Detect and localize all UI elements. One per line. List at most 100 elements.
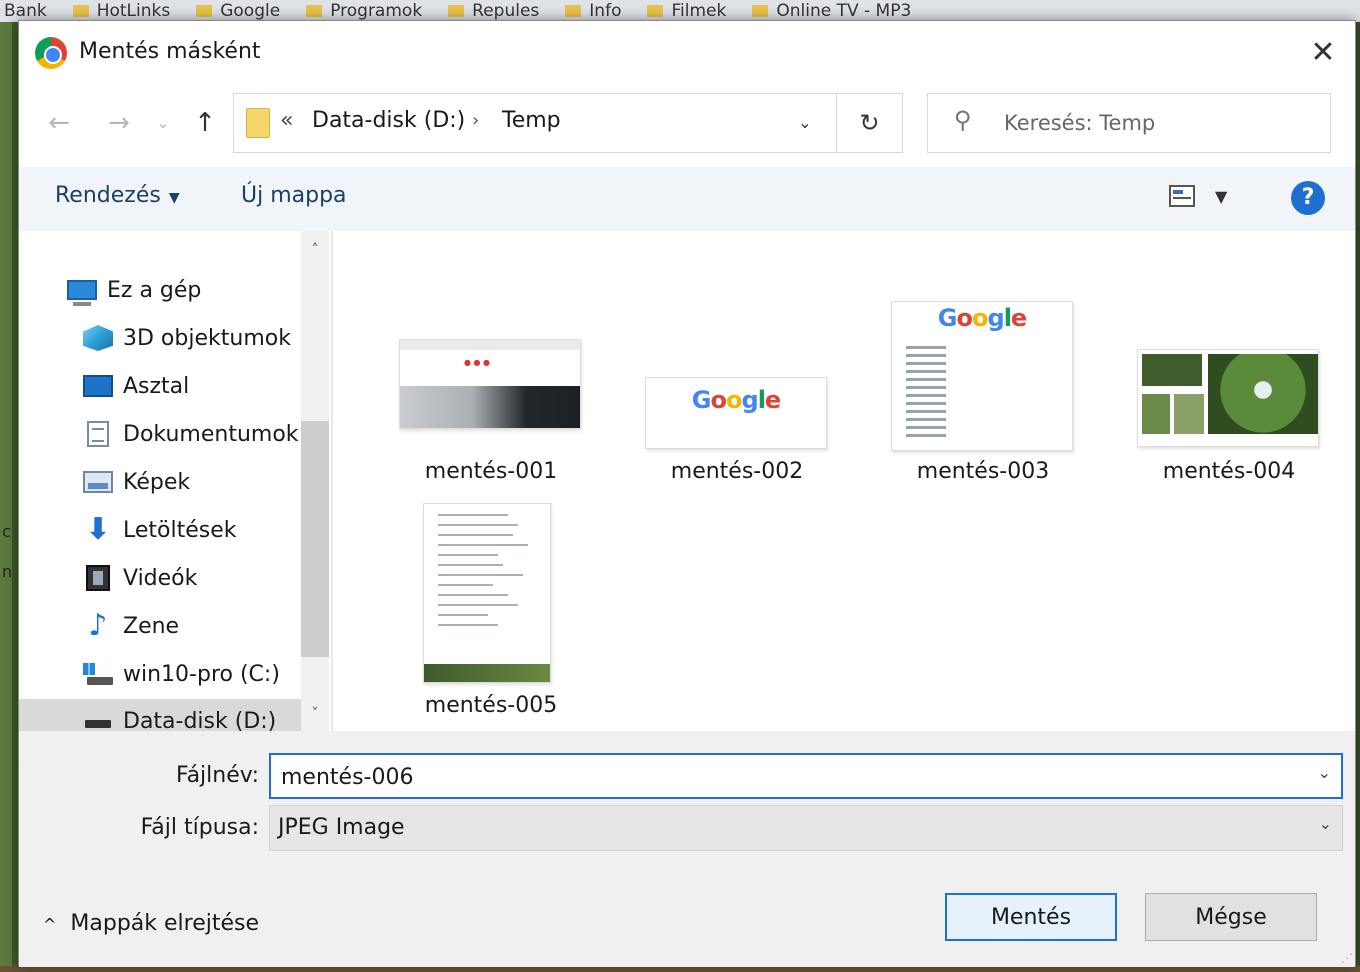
thumbnail-list-lines [906, 346, 946, 442]
file-item[interactable]: mentés-004 [1119, 231, 1339, 491]
back-arrow-icon[interactable]: ← [43, 105, 75, 141]
bookmark-label: Google [220, 1, 281, 21]
chevron-down-icon[interactable]: ⌄ [1319, 814, 1332, 833]
sidebar-item-videos[interactable]: Videók [19, 555, 301, 601]
caret-down-icon: ▼ [168, 190, 180, 206]
bookmark-item: Bank [4, 1, 47, 21]
thumbnail-dot: ● ● ● [464, 358, 491, 367]
refresh-button[interactable]: ↻ [836, 94, 902, 152]
videos-icon [86, 565, 110, 591]
file-item[interactable]: ● ● ● mentés-001 [381, 231, 601, 491]
view-menu-caret-icon[interactable]: ▼ [1215, 187, 1227, 206]
bookmark-item: Online TV - MP3 [752, 1, 911, 21]
file-name: mentés-001 [424, 459, 558, 484]
cancel-button[interactable]: Mégse [1145, 893, 1317, 941]
downloads-icon: ⬇ [85, 512, 111, 547]
new-folder-button[interactable]: Új mappa [241, 183, 347, 208]
filetype-select[interactable]: JPEG Image ⌄ [269, 805, 1343, 851]
file-name: mentés-004 [1162, 459, 1296, 484]
dialog-titlebar: Mentés másként ✕ [19, 21, 1355, 85]
breadcrumb-data-disk[interactable]: Data-disk (D:) [312, 108, 465, 133]
background-fragment: n [2, 562, 13, 581]
sidebar-item-this-pc[interactable]: Ez a gép [19, 267, 301, 313]
logo-letter: l [757, 386, 766, 414]
bookmark-label: HotLinks [96, 1, 171, 21]
file-thumbnail [423, 503, 551, 683]
scrollbar-thumb[interactable] [301, 421, 329, 657]
filename-input[interactable] [281, 761, 1281, 793]
music-icon: ♪ [88, 608, 108, 643]
recent-locations-icon[interactable]: ⌄ [147, 105, 179, 141]
sidebar-item-downloads[interactable]: ⬇ Letöltések [19, 507, 301, 553]
logo-letter: G [691, 386, 712, 414]
thumbnail-context-menu [424, 504, 550, 664]
sidebar-item-desktop[interactable]: Asztal [19, 363, 301, 409]
folder-icon [565, 5, 582, 17]
search-box[interactable]: ⚲ [927, 93, 1331, 153]
hide-folders-label: Mappák elrejtése [70, 911, 260, 936]
bookmark-item: Info [565, 1, 621, 21]
thumbnail-photo-strip [424, 664, 550, 682]
filetype-value: JPEG Image [278, 815, 405, 840]
address-dropdown-icon[interactable]: ⌄ [790, 108, 820, 138]
search-input[interactable] [1004, 106, 1304, 140]
bookmark-label: Programok [330, 1, 423, 21]
navigation-pane: Ez a gép 3D objektumok Asztal Dokumentum… [19, 231, 331, 743]
view-options-icon[interactable] [1169, 185, 1195, 207]
close-button[interactable]: ✕ [1303, 33, 1343, 73]
chevron-down-icon[interactable]: ⌄ [1318, 763, 1331, 782]
thumbnail-photo [1208, 354, 1318, 434]
logo-letter: o [726, 386, 742, 414]
filename-label: Fájlnév: [175, 763, 259, 788]
file-item[interactable]: Google mentés-002 [627, 231, 847, 491]
sidebar-scrollbar[interactable]: ˄ ˅ [301, 231, 329, 731]
save-button[interactable]: Mentés [945, 893, 1117, 941]
help-icon[interactable]: ? [1291, 181, 1325, 215]
logo-letter: l [1003, 304, 1012, 332]
thumbnail-dark-area [400, 386, 580, 428]
file-thumbnail: Google [891, 301, 1073, 451]
file-item[interactable]: Google mentés-003 [873, 231, 1093, 491]
sidebar-item-label: win10-pro (C:) [123, 661, 280, 687]
command-bar: Rendezés ▼ Új mappa ▼ ? [19, 167, 1355, 231]
caret-up-icon: ^ [43, 915, 57, 934]
file-list: ● ● ● mentés-001 Google mentés-002 Googl… [333, 231, 1355, 731]
filename-combobox[interactable]: ⌄ [269, 753, 1343, 799]
sidebar-item-3d-objects[interactable]: 3D objektumok [19, 315, 301, 361]
bookmark-item: HotLinks [72, 1, 171, 21]
scroll-up-icon[interactable]: ˄ [301, 237, 329, 263]
sidebar-item-documents[interactable]: Dokumentumok [19, 411, 301, 457]
dialog-title: Mentés másként [79, 39, 261, 64]
address-bar[interactable]: « Data-disk (D:) › Temp ⌄ ↻ [233, 93, 903, 153]
up-arrow-icon[interactable]: ↑ [189, 105, 221, 141]
breadcrumb-temp[interactable]: Temp [502, 108, 561, 133]
hide-folders-button[interactable]: ^ Mappák elrejtése [43, 911, 259, 936]
bookmark-label: Info [589, 1, 622, 21]
navigation-row: ← → ⌄ ↑ « Data-disk (D:) › Temp ⌄ ↻ ⚲ [19, 93, 1355, 155]
breadcrumb-separator-icon[interactable]: › [472, 110, 479, 131]
scroll-down-icon[interactable]: ˅ [301, 701, 329, 727]
computer-icon [67, 280, 97, 306]
save-as-dialog: Mentés másként ✕ ← → ⌄ ↑ « Data-disk (D:… [18, 20, 1356, 967]
file-name: mentés-003 [916, 459, 1050, 484]
sidebar-item-pictures[interactable]: Képek [19, 459, 301, 505]
thumbnail-photo [1142, 354, 1202, 386]
file-name: mentés-002 [670, 459, 804, 484]
sidebar-item-label: Asztal [123, 373, 190, 399]
logo-letter: G [937, 304, 958, 332]
bookmark-item: Programok [306, 1, 422, 21]
sidebar-item-music[interactable]: ♪ Zene [19, 603, 301, 649]
file-item[interactable]: mentés-005 [381, 491, 601, 731]
breadcrumb-overflow-icon[interactable]: « [280, 108, 293, 133]
sidebar-item-c-drive[interactable]: win10-pro (C:) [19, 651, 301, 697]
folder-icon [72, 5, 89, 17]
forward-arrow-icon[interactable]: → [103, 105, 135, 141]
organize-button[interactable]: Rendezés ▼ [55, 183, 180, 208]
folder-icon [246, 108, 270, 138]
resize-grip-icon[interactable]: ⋰ [1341, 951, 1353, 965]
bookmark-item: Repules [448, 1, 539, 21]
desktop-icon [83, 375, 113, 397]
sidebar-item-label: 3D objektumok [123, 325, 291, 351]
save-options-area: Fájlnév: ⌄ Fájl típusa: JPEG Image ⌄ ^ Ma… [19, 731, 1355, 967]
pictures-icon [83, 471, 113, 493]
